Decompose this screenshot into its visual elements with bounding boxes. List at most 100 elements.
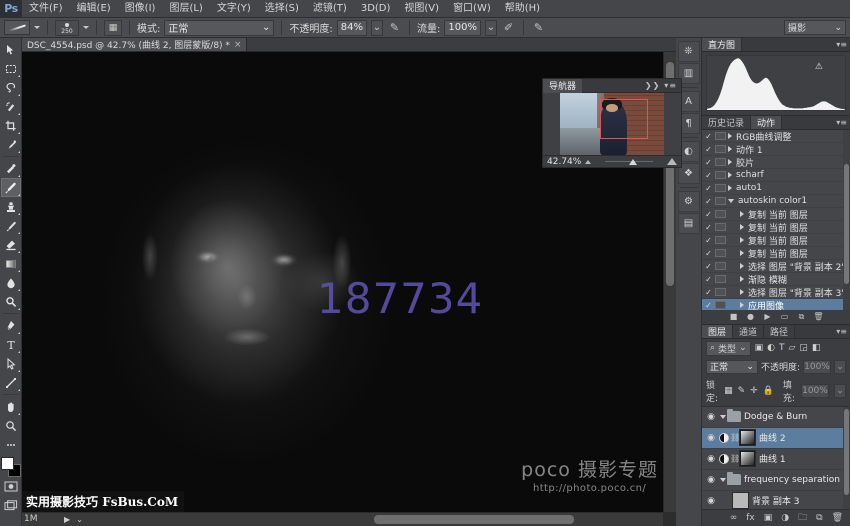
action-toggle-icon[interactable]: ✓ — [702, 158, 715, 167]
layer-thumbnail[interactable] — [739, 429, 756, 446]
flow-field[interactable]: 100% — [444, 20, 481, 36]
filter-adjustment-icon[interactable]: ◐ — [767, 343, 775, 353]
action-toggle-icon[interactable]: ✓ — [702, 236, 715, 245]
action-row[interactable]: ✓RGB曲线调整 — [702, 130, 850, 143]
action-dialog-toggle[interactable] — [715, 249, 726, 257]
dodge-tool[interactable] — [1, 292, 21, 311]
chevron-right-icon[interactable] — [740, 276, 744, 282]
info-icon[interactable]: ▤ — [678, 213, 700, 234]
tab-channels[interactable]: 通道 — [733, 325, 764, 338]
action-dialog-toggle[interactable] — [715, 210, 726, 218]
quick-selection-tool[interactable] — [1, 97, 21, 116]
action-dialog-toggle[interactable] — [715, 223, 726, 231]
record-icon[interactable]: ● — [746, 312, 755, 321]
action-dialog-toggle[interactable] — [715, 171, 726, 179]
action-toggle-icon[interactable]: ✓ — [702, 223, 715, 232]
status-chevron-icon[interactable]: ⌄ — [76, 515, 83, 524]
foreground-color-swatch[interactable] — [1, 457, 14, 470]
tablet-pressure-icon[interactable]: ✎ — [531, 20, 546, 35]
delete-icon[interactable]: 🗑 — [814, 312, 823, 321]
move-tool[interactable] — [1, 40, 21, 59]
filter-toggle-icon[interactable]: ◧ — [812, 343, 821, 353]
zoom-out-icon[interactable] — [585, 160, 591, 164]
filter-pixel-icon[interactable]: ▣ — [755, 343, 764, 353]
action-toggle-icon[interactable]: ✓ — [702, 171, 715, 180]
action-row[interactable]: ✓autoskin color1 — [702, 195, 850, 208]
layer-opacity-stepper[interactable]: ⌄ — [834, 360, 846, 374]
blur-tool[interactable] — [1, 273, 21, 292]
action-toggle-icon[interactable]: ✓ — [702, 288, 715, 297]
action-dialog-toggle[interactable] — [715, 275, 726, 283]
gradient-tool[interactable] — [1, 254, 21, 273]
tab-paths[interactable]: 路径 — [764, 325, 795, 338]
add-mask-icon[interactable]: ▣ — [764, 513, 773, 523]
menu-layer[interactable]: 图层(L) — [162, 0, 209, 18]
opacity-pressure-icon[interactable]: ✎ — [387, 20, 402, 35]
action-toggle-icon[interactable]: ✓ — [702, 275, 715, 284]
blend-mode-select[interactable]: 正常 ⌄ — [164, 20, 274, 36]
eraser-tool[interactable] — [1, 235, 21, 254]
action-toggle-icon[interactable]: ✓ — [702, 262, 715, 271]
action-dialog-toggle[interactable] — [715, 197, 726, 205]
lock-position-icon[interactable]: ✛ — [750, 386, 758, 396]
menu-3d[interactable]: 3D(D) — [354, 0, 398, 18]
chevron-right-icon[interactable] — [740, 250, 744, 256]
crop-tool[interactable] — [1, 116, 21, 135]
navigator-view-box[interactable] — [600, 99, 648, 139]
menu-filter[interactable]: 滤镜(T) — [306, 0, 354, 18]
link-layers-icon[interactable]: ∞ — [730, 513, 738, 523]
chevron-right-icon[interactable] — [740, 237, 744, 243]
brush-panel-toggle-icon[interactable]: ▦ — [104, 20, 122, 36]
chevron-right-icon[interactable] — [740, 263, 744, 269]
chevron-down-icon[interactable] — [718, 478, 727, 482]
chevron-right-icon[interactable] — [728, 185, 732, 191]
brush-preset-preview[interactable] — [4, 20, 30, 35]
navigator-zoom-slider[interactable] — [595, 157, 663, 167]
flow-stepper[interactable]: ⌄ — [485, 20, 497, 36]
layer-opacity-field[interactable]: 100% — [803, 360, 831, 374]
action-dialog-toggle[interactable] — [715, 301, 726, 309]
lock-transparency-icon[interactable]: ▦ — [724, 386, 733, 396]
brush-size-chevron-icon[interactable] — [83, 26, 89, 29]
mask-link-icon[interactable]: ⛓ — [730, 433, 739, 442]
new-group-icon[interactable]: 🗀 — [798, 510, 807, 526]
marquee-tool[interactable] — [1, 59, 21, 78]
layers-scroll-thumb[interactable] — [844, 409, 849, 495]
stop-icon[interactable]: ■ — [729, 312, 738, 321]
close-icon[interactable]: × — [234, 40, 242, 50]
layer-row[interactable]: ◉⛓曲线 2 — [702, 428, 850, 449]
layer-row[interactable]: ◉⛓曲线 1 — [702, 449, 850, 470]
action-row[interactable]: ✓复制 当前 图层 — [702, 234, 850, 247]
action-row[interactable]: ✓应用图像 — [702, 299, 850, 310]
history-brush-tool[interactable] — [1, 216, 21, 235]
actions-menu-icon[interactable]: ▾≡ — [836, 118, 847, 127]
zoom-in-icon[interactable] — [667, 158, 677, 165]
navigator-zoom-value[interactable]: 42.74% — [547, 157, 581, 167]
layer-row[interactable]: ◉背景 副本 3 — [702, 491, 850, 509]
action-row[interactable]: ✓复制 当前 图层 — [702, 208, 850, 221]
brush-tool[interactable] — [1, 178, 21, 197]
chevron-right-icon[interactable] — [728, 159, 732, 165]
play-icon[interactable]: ▶ — [763, 312, 772, 321]
opacity-field[interactable]: 84% — [337, 20, 367, 36]
layer-fill-stepper[interactable]: ⌄ — [834, 384, 846, 398]
action-toggle-icon[interactable]: ✓ — [702, 210, 715, 219]
menu-image[interactable]: 图像(I) — [118, 0, 163, 18]
action-dialog-toggle[interactable] — [715, 184, 726, 192]
tab-histogram[interactable]: 直方图 — [702, 38, 742, 51]
action-toggle-icon[interactable]: ✓ — [702, 184, 715, 193]
zoom-tool[interactable] — [1, 416, 21, 435]
layer-visibility-icon[interactable]: ◉ — [704, 412, 718, 422]
new-layer-icon[interactable]: ⧉ — [816, 513, 822, 523]
menu-view[interactable]: 视图(V) — [397, 0, 446, 18]
mini-bridge-icon[interactable]: ❊ — [678, 41, 700, 62]
new-set-icon[interactable]: ▭ — [780, 312, 789, 321]
navigator-preview[interactable] — [543, 93, 681, 155]
action-toggle-icon[interactable]: ✓ — [702, 145, 715, 154]
color-swatches[interactable] — [1, 457, 21, 477]
adjustment-layer-icon[interactable]: ◑ — [781, 513, 789, 523]
eyedropper-tool[interactable] — [1, 135, 21, 154]
action-row[interactable]: ✓复制 当前 图层 — [702, 221, 850, 234]
actions-scrollbar[interactable] — [843, 130, 850, 310]
workspace-select[interactable]: 摄影 ⌄ — [784, 20, 846, 35]
